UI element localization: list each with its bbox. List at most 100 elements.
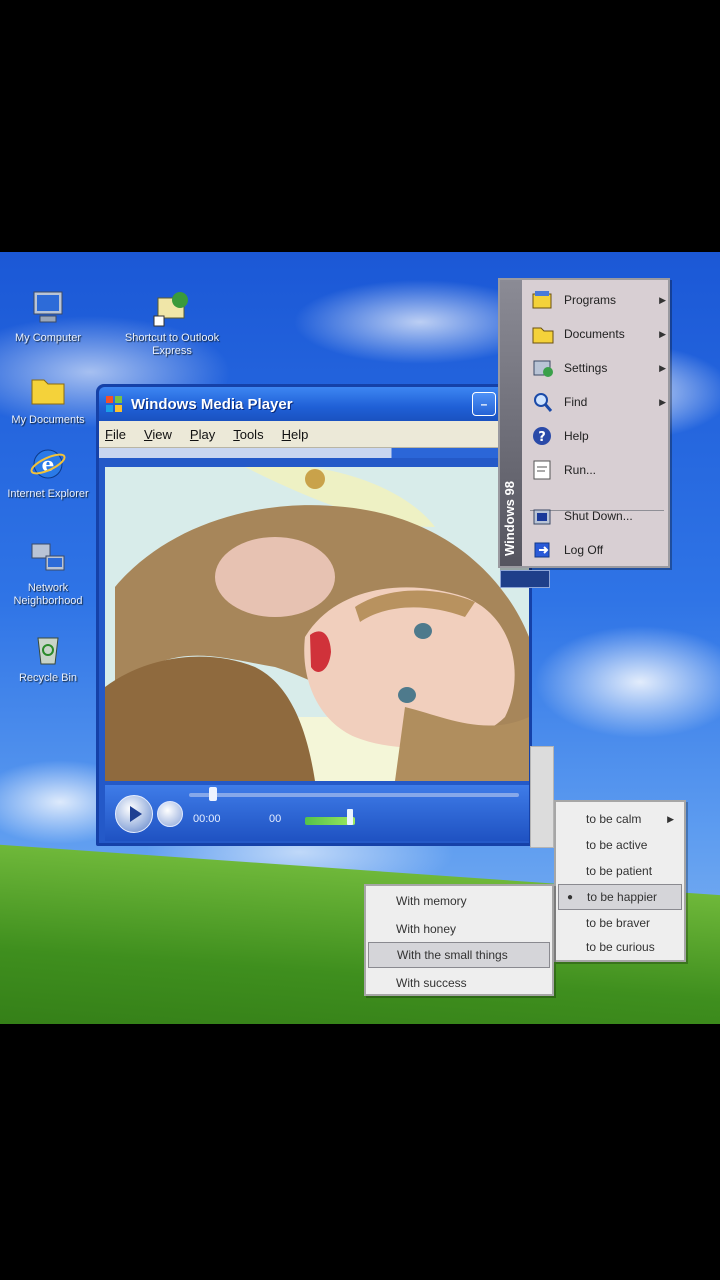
menu-item-label: to be happier — [587, 890, 658, 904]
desktop-icon-label: Internet Explorer — [7, 488, 89, 500]
desktop-wallpaper: My Computer Shortcut to Outlook Express … — [0, 252, 720, 1024]
folder-icon — [31, 379, 65, 405]
menu-with: With memory With honey With the small th… — [364, 884, 554, 996]
start-item-settings[interactable]: Settings ▶ — [530, 354, 666, 382]
menu-item-label: to be active — [586, 838, 648, 852]
start-item-documents[interactable]: Documents ▶ — [530, 320, 666, 348]
menu-item-with-memory[interactable]: With memory — [368, 888, 550, 914]
menu-item-label: to be patient — [586, 864, 653, 878]
seek-thumb[interactable] — [208, 787, 217, 801]
desktop-icon-label: Shortcut to Outlook Express — [124, 332, 220, 357]
submenu-arrow-icon: ▶ — [659, 294, 666, 305]
menu-item-label: to be curious — [586, 940, 655, 954]
taskbar-strip — [99, 448, 529, 458]
volume-thumb[interactable] — [347, 809, 353, 825]
outlook-icon — [153, 292, 188, 327]
time-elapsed: 00:00 — [193, 813, 221, 825]
desktop-icon-outlook[interactable]: Shortcut to Outlook Express — [124, 288, 220, 358]
menu-item-with-the-small-things[interactable]: With the small things — [368, 942, 550, 968]
menu-view[interactable]: View — [144, 427, 172, 442]
desktop-icon-internet-explorer[interactable]: e Internet Explorer — [0, 444, 96, 501]
stop-button[interactable] — [157, 801, 183, 827]
background-window-edge — [530, 746, 554, 848]
media-player-window[interactable]: Windows Media Player – □ File View Play … — [96, 384, 532, 846]
taskbar-start-chip[interactable] — [500, 570, 550, 588]
desktop-icon-label: Network Neighborhood — [13, 582, 83, 607]
video-area[interactable] — [105, 467, 529, 781]
start-item-label: Programs — [564, 293, 617, 307]
start-item-label: Find — [564, 395, 588, 409]
documents-icon — [532, 327, 554, 344]
start-menu-banner: Windows 98 — [502, 480, 517, 556]
menu-item-with-success[interactable]: With success — [368, 970, 550, 996]
start-item-log-off[interactable]: Log Off — [530, 536, 666, 564]
playback-controls: 00:00 00 — [105, 785, 529, 841]
svg-text:?: ? — [538, 430, 546, 445]
menu-item-label: With honey — [396, 922, 457, 936]
media-player-titlebar[interactable]: Windows Media Player – □ — [99, 387, 529, 421]
menu-item-label: With the small things — [397, 948, 508, 962]
menu-help[interactable]: Help — [282, 427, 309, 442]
programs-icon — [532, 291, 552, 309]
time-total: 00 — [269, 813, 282, 825]
submenu-arrow-icon: ▶ — [659, 362, 666, 373]
start-item-label: Documents — [564, 327, 625, 341]
menu-tools[interactable]: Tools — [233, 427, 263, 442]
shutdown-icon — [533, 509, 551, 525]
minimize-icon: – — [480, 397, 488, 411]
desktop-icon-label: My Documents — [11, 414, 85, 426]
submenu-arrow-icon: ▶ — [667, 813, 674, 824]
start-item-label: Log Off — [564, 543, 604, 557]
video-frame-image — [105, 467, 529, 781]
minimize-button[interactable]: – — [472, 392, 496, 416]
run-icon — [533, 460, 551, 480]
desktop-icon-network[interactable]: Network Neighborhood — [0, 538, 96, 608]
recycle-bin-icon — [37, 637, 59, 665]
menu-item-to-be-curious[interactable]: to be curious — [558, 934, 682, 960]
find-icon — [534, 393, 553, 412]
menu-file[interactable]: File — [105, 427, 126, 442]
windows-logo-icon — [106, 396, 122, 412]
menu-item-with-honey[interactable]: With honey — [368, 916, 550, 942]
settings-icon — [533, 360, 553, 377]
desktop-icon-label: My Computer — [14, 332, 82, 344]
submenu-arrow-icon: ▶ — [659, 328, 666, 339]
start-menu: Windows 98 Programs ▶ Documents ▶ Settin… — [498, 278, 670, 568]
start-item-run[interactable]: Run... — [530, 456, 666, 484]
menu-to-be: to be calm ▶ to be active to be patient … — [554, 800, 686, 962]
submenu-arrow-icon: ▶ — [659, 396, 666, 407]
desktop-icon-recycle-bin[interactable]: Recycle Bin — [0, 628, 96, 685]
menu-item-label: With memory — [396, 894, 467, 908]
start-item-programs[interactable]: Programs ▶ — [530, 286, 666, 314]
logoff-icon — [534, 542, 550, 558]
start-item-label: Settings — [564, 361, 608, 375]
window-title: Windows Media Player — [131, 395, 293, 413]
desktop-icon-my-documents[interactable]: My Documents — [0, 370, 96, 427]
play-button[interactable] — [115, 795, 153, 833]
menu-item-to-be-active[interactable]: to be active — [558, 832, 682, 858]
checkmark-icon: ● — [567, 891, 574, 903]
menu-item-to-be-calm[interactable]: to be calm ▶ — [558, 806, 682, 832]
help-icon: ? — [533, 427, 551, 445]
menu-item-to-be-braver[interactable]: to be braver — [558, 910, 682, 936]
menu-bar: File View Play Tools Help — [99, 421, 529, 448]
seek-bar[interactable] — [189, 793, 519, 797]
menu-play[interactable]: Play — [190, 427, 215, 442]
start-item-label: Run... — [564, 463, 597, 477]
start-item-label: Shut Down... — [564, 509, 633, 523]
menu-item-to-be-happier[interactable]: ● to be happier — [558, 884, 682, 910]
start-item-find[interactable]: Find ▶ — [530, 388, 666, 416]
menu-item-label: to be calm — [586, 812, 642, 826]
desktop-icon-label: Recycle Bin — [18, 672, 78, 684]
menu-item-to-be-patient[interactable]: to be patient — [558, 858, 682, 884]
start-item-help[interactable]: ? Help — [530, 422, 666, 450]
monitor-icon — [33, 291, 63, 323]
desktop-icon-my-computer[interactable]: My Computer — [0, 288, 96, 345]
start-item-label: Help — [564, 429, 589, 443]
network-icon — [31, 543, 65, 571]
start-menu-sidebar: Windows 98 — [500, 280, 522, 566]
menu-item-label: to be braver — [586, 916, 651, 930]
start-item-shut-down[interactable]: Shut Down... — [530, 502, 666, 530]
menu-item-label: With success — [396, 976, 467, 990]
internet-explorer-icon: e — [30, 449, 66, 479]
